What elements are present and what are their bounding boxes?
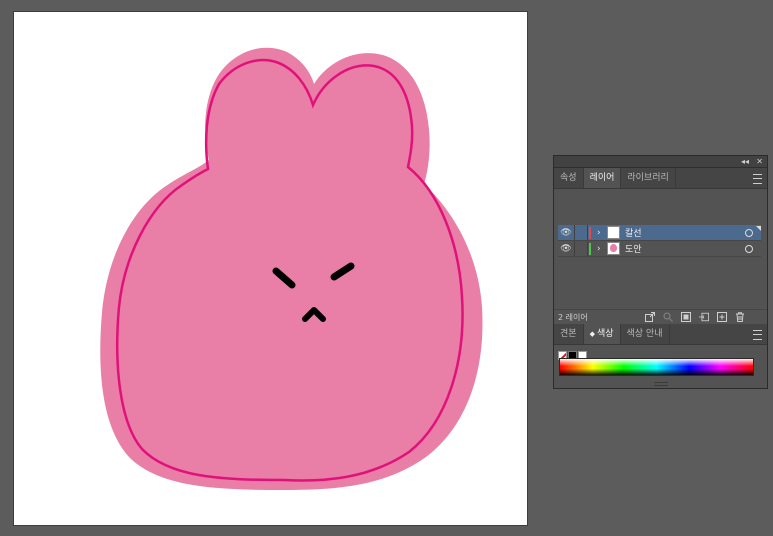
target-circle-icon[interactable] <box>745 244 753 253</box>
layer-name[interactable]: 도안 <box>625 242 745 255</box>
eye-icon[interactable]: 👁 <box>558 228 574 238</box>
tab-properties[interactable]: 속성 <box>554 168 584 188</box>
tab-color-expand-icon[interactable]: ◆ <box>590 330 595 338</box>
tab-libraries[interactable]: 라이브러리 <box>621 168 676 188</box>
bunny-thumbnail-icon <box>610 244 617 252</box>
layer-color-indicator <box>589 242 591 255</box>
artboard[interactable] <box>13 11 528 526</box>
layer-row-cutline[interactable]: 👁 › 칼선 <box>558 225 761 241</box>
target-circle-icon[interactable] <box>745 228 753 237</box>
new-sublayer-icon[interactable] <box>699 312 709 322</box>
tab-swatches[interactable]: 견본 <box>554 324 584 344</box>
layer-row-design[interactable]: 👁 › 도안 <box>558 241 761 257</box>
expand-chevron-icon[interactable]: › <box>597 244 607 254</box>
collapse-icon[interactable]: ◂◂ <box>741 156 749 167</box>
export-icon[interactable] <box>645 312 655 322</box>
tab-color-label: 색상 <box>596 329 614 339</box>
lock-toggle[interactable] <box>574 225 588 240</box>
bunny-illustration[interactable] <box>14 12 527 525</box>
panel-titlebar[interactable]: ◂◂ ✕ <box>554 156 767 168</box>
clipping-mask-icon[interactable] <box>681 312 691 322</box>
close-icon[interactable]: ✕ <box>756 156 763 167</box>
layers-tab-row: 속성 레이어 라이브러리 <box>554 168 767 189</box>
color-tab-row: 견본 ◆ 색상 색상 안내 <box>554 324 767 345</box>
layers-color-panel[interactable]: ◂◂ ✕ 속성 레이어 라이브러리 👁 › 칼선 👁 › 도안 2 레이어 견본… <box>553 155 768 389</box>
layers-footer: 2 레이어 <box>554 309 767 324</box>
bunny-fill-shape[interactable] <box>100 47 483 491</box>
expand-chevron-icon[interactable]: › <box>597 228 607 238</box>
trash-icon[interactable] <box>735 312 745 322</box>
layer-name[interactable]: 칼선 <box>625 226 745 239</box>
layer-count: 2 레이어 <box>558 312 588 322</box>
eye-icon[interactable]: 👁 <box>558 244 574 254</box>
color-spectrum-bar[interactable] <box>559 358 754 376</box>
tab-layers[interactable]: 레이어 <box>583 168 622 188</box>
new-layer-icon[interactable] <box>717 312 727 322</box>
layers-list: 👁 › 칼선 👁 › 도안 <box>554 189 767 309</box>
layer-color-indicator <box>589 226 591 239</box>
layer-thumbnail <box>607 242 620 255</box>
layer-thumbnail <box>607 226 620 239</box>
tab-color-guide[interactable]: 색상 안내 <box>621 324 670 344</box>
tab-color[interactable]: ◆ 색상 <box>583 324 621 344</box>
resize-grip[interactable] <box>654 382 668 386</box>
search-icon[interactable] <box>663 312 673 322</box>
selection-corner-icon <box>756 226 761 231</box>
lock-toggle[interactable] <box>574 241 588 256</box>
panel-menu-icon[interactable] <box>753 174 762 184</box>
color-panel-menu-icon[interactable] <box>753 330 762 340</box>
